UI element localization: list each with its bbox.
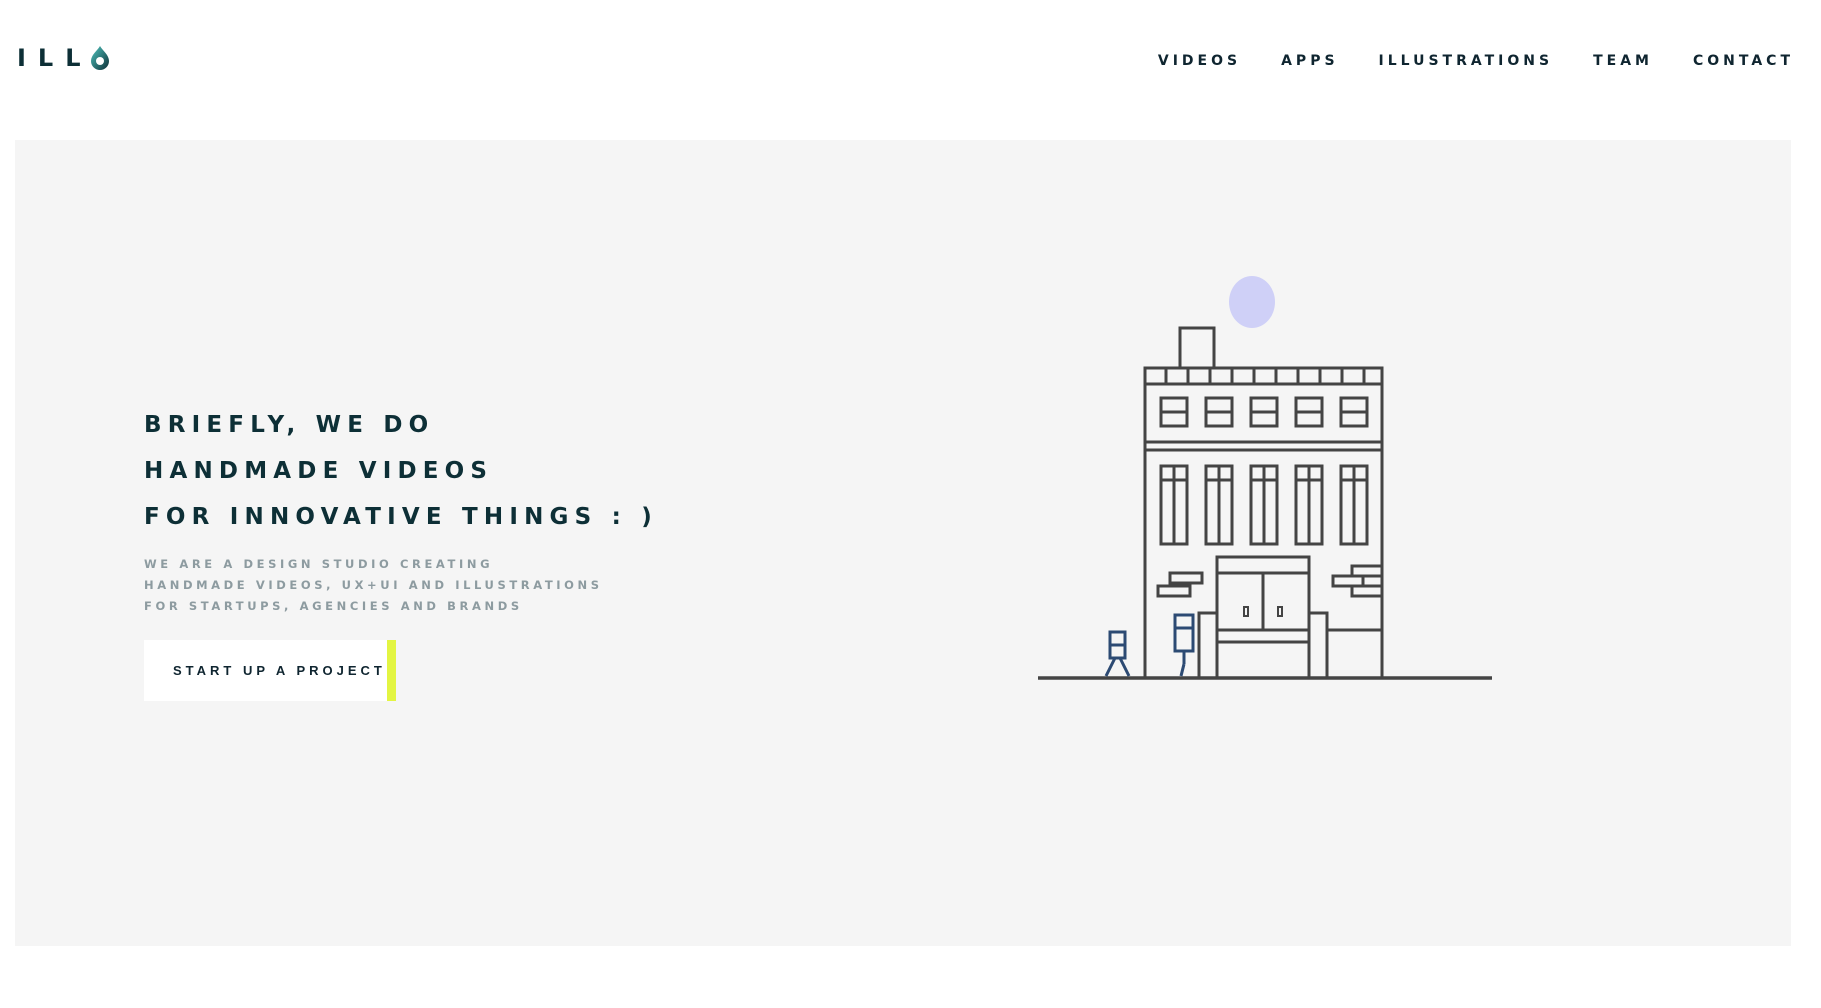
description-line-3: FOR STARTUPS, AGENCIES AND BRANDS xyxy=(144,599,523,613)
building-illustration xyxy=(1038,276,1492,680)
headline-line-2: HANDMADE VIDEOS xyxy=(144,458,494,484)
headline-line-3: FOR INNOVATIVE THINGS : ) xyxy=(144,504,658,530)
main-nav: VIDEOS APPS ILLUSTRATIONS TEAM CONTACT xyxy=(1118,52,1794,70)
nav-item-illustrations[interactable]: ILLUSTRATIONS xyxy=(1379,52,1554,70)
description-line-2: HANDMADE VIDEOS, UX+UI AND ILLUSTRATIONS xyxy=(144,578,603,592)
description-line-1: WE ARE A DESIGN STUDIO CREATING xyxy=(144,557,494,571)
nav-item-apps[interactable]: APPS xyxy=(1281,52,1338,70)
logo-text: ILL xyxy=(17,44,93,72)
start-project-label: START UP A PROJECT xyxy=(173,663,386,678)
hero-headline: BRIEFLY, WE DO HANDMADE VIDEOS FOR INNOV… xyxy=(144,402,658,540)
cta-accent-bar xyxy=(387,640,396,701)
nav-item-contact[interactable]: CONTACT xyxy=(1693,52,1794,70)
logo[interactable]: ILL xyxy=(17,44,111,72)
nav-item-team[interactable]: TEAM xyxy=(1593,52,1653,70)
page: ILL VIDEOS APPS ILLUSTRATIONS TEAM CONTA… xyxy=(0,0,1821,1008)
headline-line-1: BRIEFLY, WE DO xyxy=(144,412,435,438)
water-drop-o-icon xyxy=(90,46,109,70)
hero-section: BRIEFLY, WE DO HANDMADE VIDEOS FOR INNOV… xyxy=(15,140,1791,946)
nav-item-videos[interactable]: VIDEOS xyxy=(1158,52,1241,70)
start-project-button[interactable]: START UP A PROJECT xyxy=(144,640,396,701)
hero-description: WE ARE A DESIGN STUDIO CREATING HANDMADE… xyxy=(144,554,603,617)
